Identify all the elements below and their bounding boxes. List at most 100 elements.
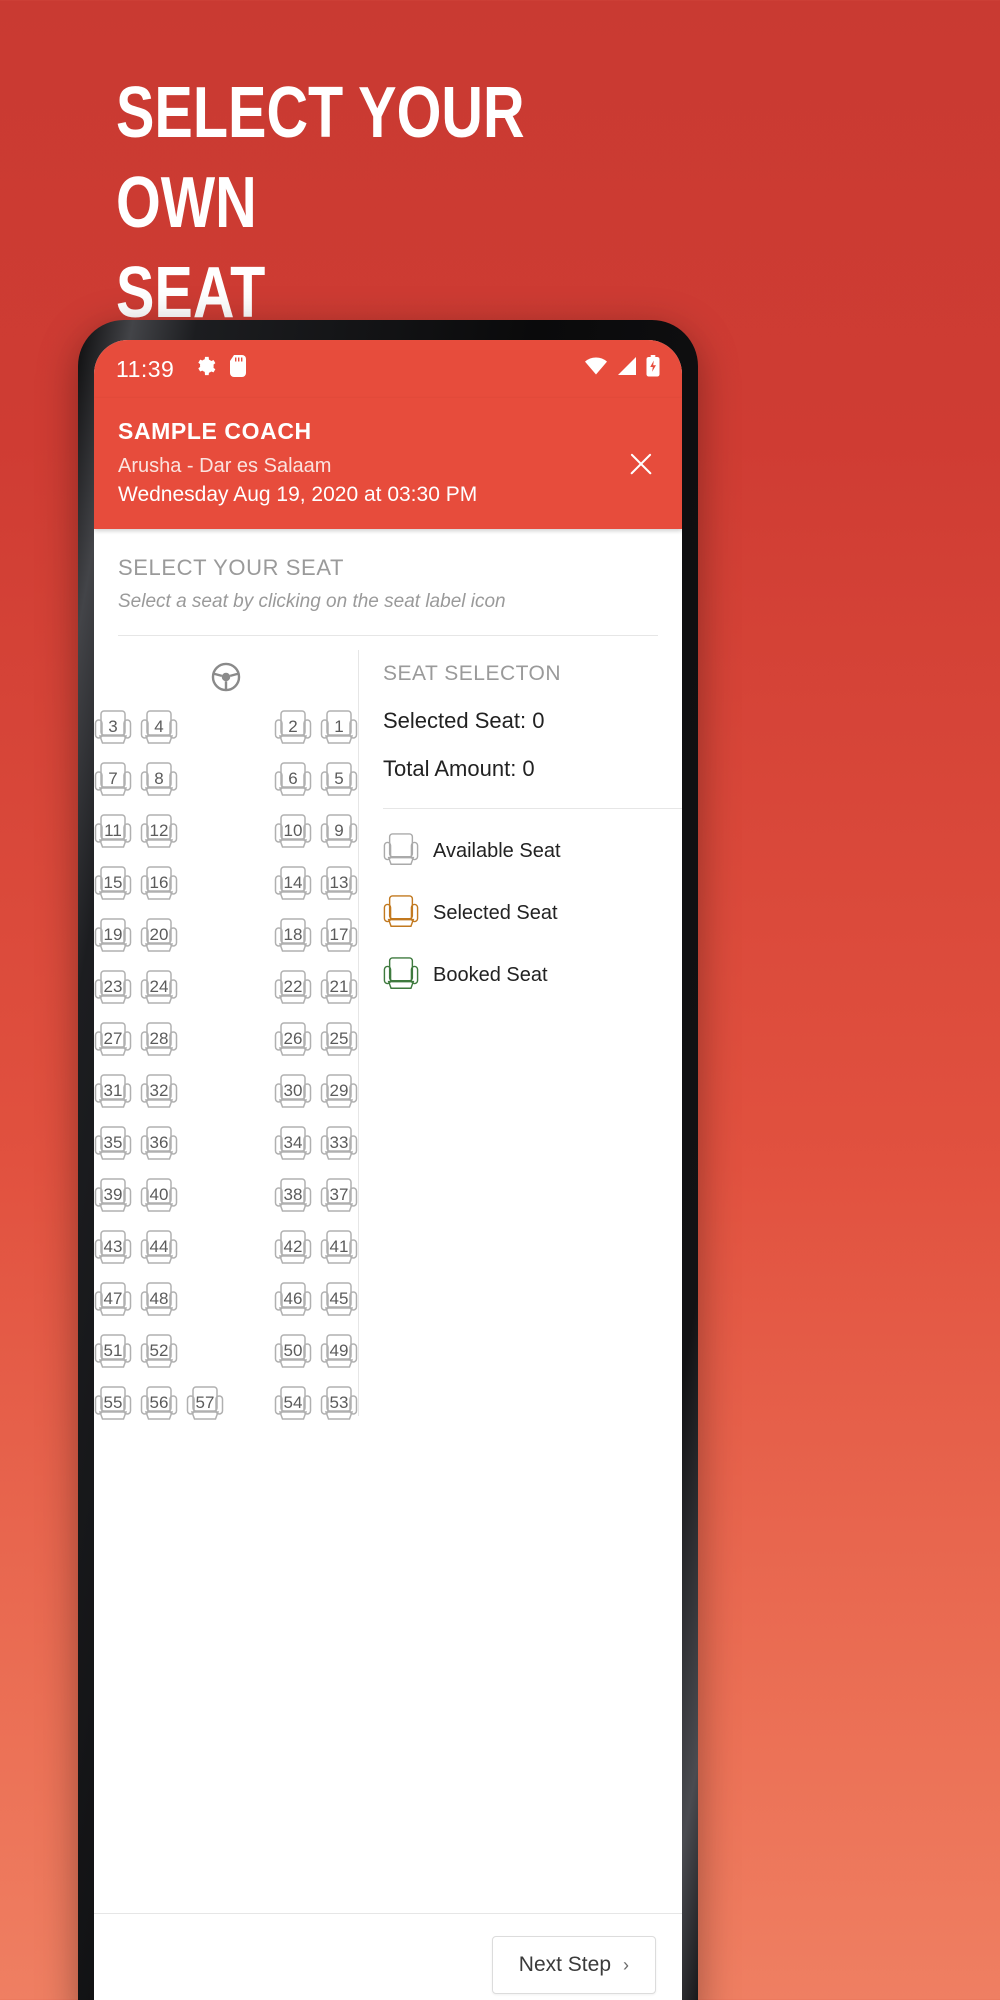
- seat-group-left: 43 44: [94, 1228, 178, 1270]
- seat-16[interactable]: 16: [140, 864, 178, 906]
- selected-seat-value: Selected Seat: 0: [383, 708, 545, 733]
- seat-57[interactable]: 57: [186, 1384, 224, 1426]
- coach-title: SAMPLE COACH: [118, 418, 312, 444]
- seat-48[interactable]: 48: [140, 1280, 178, 1322]
- seat-8[interactable]: 8: [140, 760, 178, 802]
- seat-group-left: 55 56 57: [94, 1384, 224, 1426]
- seat-number: 35: [103, 1132, 123, 1152]
- seat-number: 4: [154, 716, 164, 736]
- seat-group-right: 42 41: [274, 1228, 358, 1270]
- seat-number: 12: [149, 820, 169, 840]
- seat-45[interactable]: 45: [320, 1280, 358, 1322]
- seat-28[interactable]: 28: [140, 1020, 178, 1062]
- seat-7[interactable]: 7: [94, 760, 132, 802]
- seat-6[interactable]: 6: [274, 760, 312, 802]
- seat-number: 28: [149, 1028, 169, 1048]
- seat-13[interactable]: 13: [320, 864, 358, 906]
- seat-number: 33: [329, 1132, 349, 1152]
- seat-35[interactable]: 35: [94, 1124, 132, 1166]
- footer-bar: Next Step ›: [94, 1913, 682, 2000]
- seat-number: 21: [329, 976, 349, 996]
- seat-17[interactable]: 17: [320, 916, 358, 958]
- seat-18[interactable]: 18: [274, 916, 312, 958]
- seat-19[interactable]: 19: [94, 916, 132, 958]
- seat-22[interactable]: 22: [274, 968, 312, 1010]
- seat-53[interactable]: 53: [320, 1384, 358, 1426]
- seat-number: 1: [334, 716, 344, 736]
- seat-number: 41: [329, 1236, 349, 1256]
- seat-23[interactable]: 23: [94, 968, 132, 1010]
- seat-number: 5: [334, 768, 344, 788]
- promo-headline: SELECT YOUR OWN SEAT: [116, 68, 612, 338]
- seat-52[interactable]: 52: [140, 1332, 178, 1374]
- seat-row: 11 12 10 9: [94, 812, 358, 854]
- seat-11[interactable]: 11: [94, 812, 132, 854]
- seat-row: 35 36 34 33: [94, 1124, 358, 1166]
- seat-31[interactable]: 31: [94, 1072, 132, 1114]
- seat-group-left: 31 32: [94, 1072, 178, 1114]
- seat-27[interactable]: 27: [94, 1020, 132, 1062]
- seat-44[interactable]: 44: [140, 1228, 178, 1270]
- seat-54[interactable]: 54: [274, 1384, 312, 1426]
- seat-number: 14: [283, 872, 303, 892]
- seat-30[interactable]: 30: [274, 1072, 312, 1114]
- seat-number: 22: [283, 976, 303, 996]
- seat-41[interactable]: 41: [320, 1228, 358, 1270]
- seat-number: 15: [103, 872, 123, 892]
- seat-26[interactable]: 26: [274, 1020, 312, 1062]
- next-step-label: Next Step: [518, 1953, 611, 1976]
- seat-10[interactable]: 10: [274, 812, 312, 854]
- seat-34[interactable]: 34: [274, 1124, 312, 1166]
- seat-number: 38: [283, 1184, 303, 1204]
- seat-14[interactable]: 14: [274, 864, 312, 906]
- seat-number: 57: [195, 1392, 215, 1412]
- seat-50[interactable]: 50: [274, 1332, 312, 1374]
- cell-signal-icon: [616, 356, 638, 382]
- seat-2[interactable]: 2: [274, 708, 312, 750]
- seat-51[interactable]: 51: [94, 1332, 132, 1374]
- seat-38[interactable]: 38: [274, 1176, 312, 1218]
- seat-40[interactable]: 40: [140, 1176, 178, 1218]
- seat-33[interactable]: 33: [320, 1124, 358, 1166]
- legend-label: Selected Seat: [433, 901, 558, 924]
- seat-row: 27 28 26 25: [94, 1020, 358, 1062]
- seat-number: 54: [283, 1392, 303, 1412]
- seat-24[interactable]: 24: [140, 968, 178, 1010]
- seat-4[interactable]: 4: [140, 708, 178, 750]
- seat-43[interactable]: 43: [94, 1228, 132, 1270]
- seat-29[interactable]: 29: [320, 1072, 358, 1114]
- seat-number: 42: [283, 1236, 303, 1256]
- seat-15[interactable]: 15: [94, 864, 132, 906]
- seat-group-right: 38 37: [274, 1176, 358, 1218]
- seat-56[interactable]: 56: [140, 1384, 178, 1426]
- seat-3[interactable]: 3: [94, 708, 132, 750]
- seat-42[interactable]: 42: [274, 1228, 312, 1270]
- seat-map: 3 4 2 1 7 8 6 5 11 12 10 9 15 16 14 13 19 20 18 17 23 24 22 21 2…: [94, 636, 358, 1426]
- seat-layout: 3 4 2 1 7 8 6 5 11 12 10 9 15 16 14 13 19 20 18 17 23 24 22 21 2…: [94, 636, 682, 1426]
- seat-55[interactable]: 55: [94, 1384, 132, 1426]
- next-step-button[interactable]: Next Step ›: [491, 1936, 656, 1994]
- seat-39[interactable]: 39: [94, 1176, 132, 1218]
- seat-9[interactable]: 9: [320, 812, 358, 854]
- seat-49[interactable]: 49: [320, 1332, 358, 1374]
- seat-46[interactable]: 46: [274, 1280, 312, 1322]
- seat-47[interactable]: 47: [94, 1280, 132, 1322]
- seat-25[interactable]: 25: [320, 1020, 358, 1062]
- status-bar: 11:39: [94, 340, 682, 398]
- seat-number: 30: [283, 1080, 303, 1100]
- seat-36[interactable]: 36: [140, 1124, 178, 1166]
- seat-32[interactable]: 32: [140, 1072, 178, 1114]
- seat-1[interactable]: 1: [320, 708, 358, 750]
- seat-group-left: 51 52: [94, 1332, 178, 1374]
- seat-5[interactable]: 5: [320, 760, 358, 802]
- seat-number: 6: [288, 768, 298, 788]
- seat-20[interactable]: 20: [140, 916, 178, 958]
- seat-number: 10: [283, 820, 303, 840]
- seat-number: 53: [329, 1392, 349, 1412]
- seat-21[interactable]: 21: [320, 968, 358, 1010]
- seat-12[interactable]: 12: [140, 812, 178, 854]
- close-icon[interactable]: [624, 447, 658, 481]
- app-header: SAMPLE COACH Arusha - Dar es Salaam Wedn…: [94, 398, 682, 529]
- seat-37[interactable]: 37: [320, 1176, 358, 1218]
- coach-datetime: Wednesday Aug 19, 2020 at 03:30 PM: [118, 483, 478, 506]
